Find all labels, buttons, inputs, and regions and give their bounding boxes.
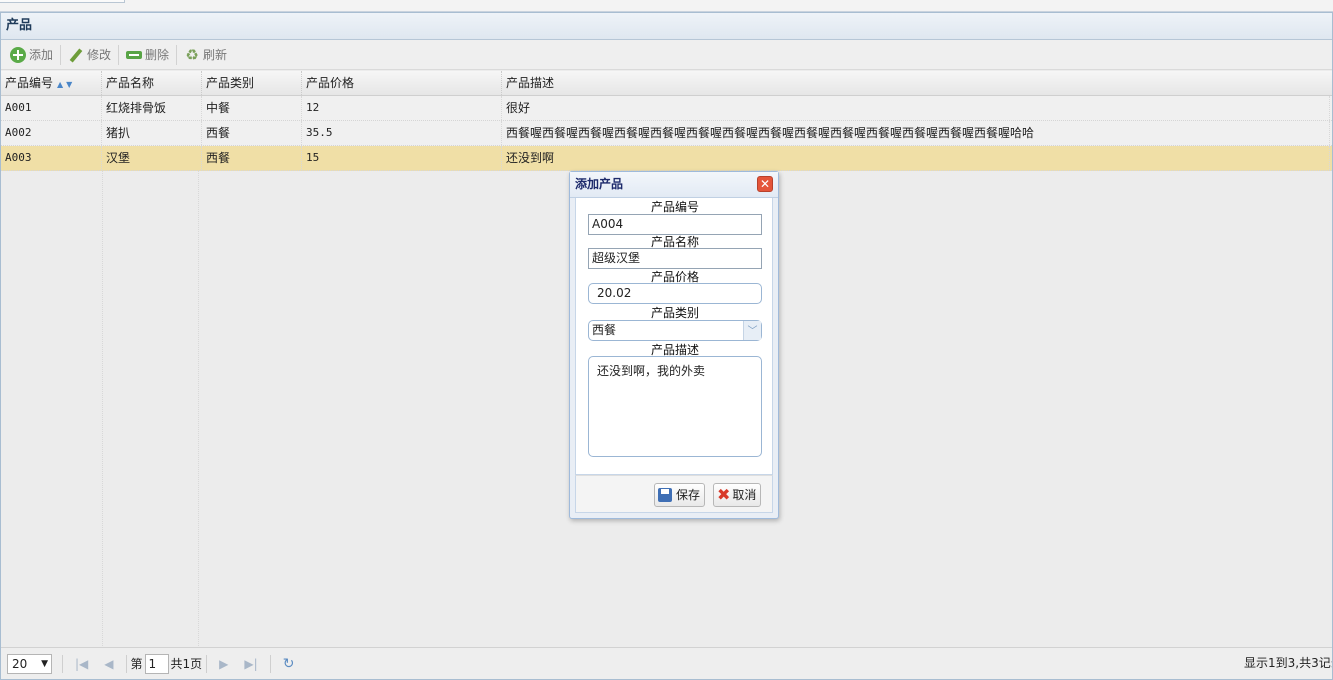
cell-category: 中餐 bbox=[202, 96, 302, 120]
column-divider bbox=[198, 96, 199, 658]
cancel-icon: ✖ bbox=[717, 485, 731, 504]
first-page-icon[interactable]: |◀ bbox=[75, 657, 88, 671]
chevron-down-icon: ▼ bbox=[41, 658, 48, 669]
cancel-label: 取消 bbox=[732, 488, 757, 502]
toolbar-separator bbox=[176, 44, 178, 65]
refresh-icon: ♻ bbox=[185, 45, 199, 64]
cell-category: 西餐 bbox=[202, 121, 302, 145]
cell-category: 西餐 bbox=[202, 146, 302, 170]
add-label: 添加 bbox=[29, 48, 54, 62]
refresh-label: 刷新 bbox=[203, 48, 228, 62]
grid-header: 产品编号 ▲▼ 产品名称 产品类别 产品价格 产品描述 bbox=[1, 71, 1332, 96]
add-button[interactable]: 添加 bbox=[5, 43, 58, 67]
pagination-bar: 20 ▼ |◀ ◀ 第 1 共1页 ▶ ▶| ↻ 显示1到3,共3记录 bbox=[1, 647, 1332, 679]
product-id-label: 产品编号 bbox=[650, 200, 699, 214]
cell-id: A003 bbox=[1, 146, 102, 170]
panel-title: 产品 bbox=[1, 13, 1332, 40]
column-header-desc[interactable]: 产品描述 bbox=[502, 71, 1330, 95]
cell-desc: 还没到啊 bbox=[502, 146, 1330, 170]
pager-separator bbox=[62, 654, 63, 673]
product-desc-textarea[interactable]: 还没到啊，我的外卖 bbox=[588, 356, 762, 457]
page-size-select[interactable]: 20 ▼ bbox=[7, 653, 52, 674]
cell-price: 35.5 bbox=[302, 121, 502, 145]
delete-button[interactable]: 删除 bbox=[121, 43, 174, 67]
toolbar-separator bbox=[60, 44, 62, 65]
page-size-value: 20 bbox=[12, 656, 28, 671]
add-product-dialog: 添加产品 ✕ 产品编号 A004 产品名称 超级汉堡 产品价格 20.02 产品… bbox=[569, 171, 779, 519]
toolbar-separator bbox=[118, 44, 120, 65]
cancel-button[interactable]: ✖ 取消 bbox=[713, 483, 762, 507]
add-icon bbox=[10, 46, 26, 63]
next-page-icon[interactable]: ▶ bbox=[219, 657, 228, 671]
pager-info: 显示1到3,共3记录 bbox=[1244, 656, 1332, 670]
column-header-label: 产品编号 bbox=[5, 76, 54, 90]
last-page-icon[interactable]: ▶| bbox=[244, 657, 257, 671]
edit-label: 修改 bbox=[87, 48, 112, 62]
page-prefix: 第 bbox=[130, 657, 143, 671]
sort-arrows-icon[interactable]: ▲▼ bbox=[57, 80, 75, 89]
save-label: 保存 bbox=[676, 488, 701, 502]
dialog-title: 添加产品 bbox=[575, 177, 624, 191]
close-icon[interactable]: ✕ bbox=[757, 176, 773, 192]
cell-id: A002 bbox=[1, 121, 102, 145]
save-icon bbox=[658, 488, 672, 502]
table-row[interactable]: A002 猪扒 西餐 35.5 西餐喔西餐喔西餐喔西餐喔西餐喔西餐喔西餐喔西餐喔… bbox=[1, 121, 1332, 146]
prev-page-icon[interactable]: ◀ bbox=[104, 657, 113, 671]
dialog-footer: 保存 ✖ 取消 bbox=[575, 475, 773, 513]
cell-name: 猪扒 bbox=[102, 121, 202, 145]
column-header-category[interactable]: 产品类别 bbox=[202, 71, 302, 95]
reload-icon[interactable]: ↻ bbox=[283, 656, 295, 672]
toolbar: 添加 修改 删除 ♻ 刷新 bbox=[1, 40, 1332, 70]
dialog-form: 产品编号 A004 产品名称 超级汉堡 产品价格 20.02 产品类别 西餐 ﹀… bbox=[575, 198, 773, 475]
product-category-label: 产品类别 bbox=[650, 306, 699, 320]
cell-name: 汉堡 bbox=[102, 146, 202, 170]
cell-id: A001 bbox=[1, 96, 102, 120]
pager-separator bbox=[269, 654, 271, 673]
column-divider bbox=[102, 96, 103, 658]
cell-desc: 西餐喔西餐喔西餐喔西餐喔西餐喔西餐喔西餐喔西餐喔西餐喔西餐喔西餐喔西餐喔西餐喔西… bbox=[502, 121, 1330, 145]
product-id-input[interactable]: A004 bbox=[588, 214, 762, 235]
top-tab[interactable] bbox=[0, 0, 125, 3]
column-header-price[interactable]: 产品价格 bbox=[302, 71, 502, 95]
category-value: 西餐 bbox=[592, 323, 617, 337]
pager-separator bbox=[125, 654, 127, 673]
table-row[interactable]: A001 红烧排骨饭 中餐 12 很好 bbox=[1, 96, 1332, 121]
product-price-input[interactable]: 20.02 bbox=[588, 283, 762, 304]
product-category-select[interactable]: 西餐 ﹀ bbox=[588, 320, 762, 341]
grid-body: A001 红烧排骨饭 中餐 12 很好 A002 猪扒 西餐 35.5 西餐喔西… bbox=[1, 96, 1332, 171]
top-strip bbox=[0, 0, 1333, 12]
table-row-selected[interactable]: A003 汉堡 西餐 15 还没到啊 bbox=[1, 146, 1332, 171]
dialog-title-bar[interactable]: 添加产品 ✕ bbox=[570, 172, 778, 198]
chevron-down-icon[interactable]: ﹀ bbox=[743, 321, 761, 340]
column-header-name[interactable]: 产品名称 bbox=[102, 71, 202, 95]
delete-icon bbox=[126, 47, 143, 63]
cell-price: 15 bbox=[302, 146, 502, 170]
page-total: 共1页 bbox=[170, 657, 203, 671]
edit-icon bbox=[68, 47, 84, 63]
cell-desc: 很好 bbox=[502, 96, 1330, 120]
cell-name: 红烧排骨饭 bbox=[102, 96, 202, 120]
refresh-button[interactable]: ♻ 刷新 bbox=[179, 43, 232, 67]
save-button[interactable]: 保存 bbox=[654, 483, 706, 507]
product-name-input[interactable]: 超级汉堡 bbox=[588, 248, 762, 269]
cell-price: 12 bbox=[302, 96, 502, 120]
column-header-id[interactable]: 产品编号 ▲▼ bbox=[1, 71, 102, 95]
delete-label: 删除 bbox=[145, 48, 170, 62]
page-number-input[interactable]: 1 bbox=[144, 653, 169, 674]
edit-button[interactable]: 修改 bbox=[63, 43, 116, 67]
pager-separator bbox=[206, 654, 208, 673]
